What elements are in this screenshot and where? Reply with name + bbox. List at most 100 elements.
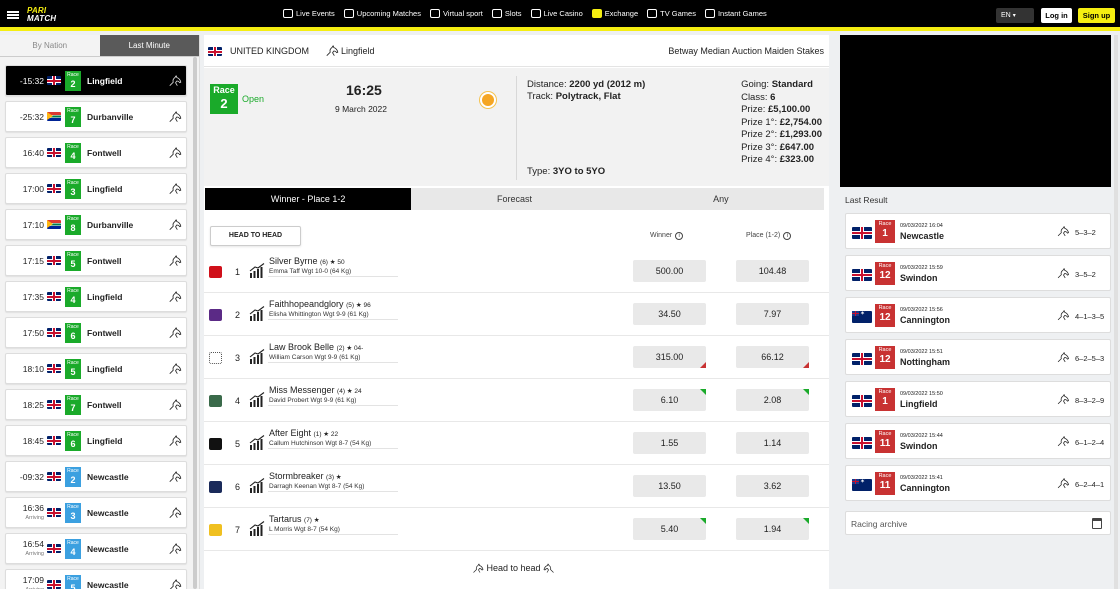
login-button[interactable]: Log in (1041, 8, 1072, 23)
form-chart-icon[interactable] (249, 392, 265, 407)
race-list-item[interactable]: 17:15 Race 5 Fontwell (5, 245, 187, 276)
last-result-item[interactable]: Race 1 09/03/2022 16:04 Newcastle 5–3–2 (845, 213, 1111, 249)
sidebar-scrollbar[interactable] (193, 57, 197, 589)
winner-odds-button[interactable]: 13.50 (633, 475, 706, 497)
place-odds-button[interactable]: 7.97 (736, 303, 809, 325)
race-list-item[interactable]: 18:25 Race 7 Fontwell (5, 389, 187, 420)
nav-item[interactable]: TV Games (647, 9, 696, 18)
nav-item[interactable]: Slots (491, 9, 522, 18)
venue-name: Cannington (900, 315, 950, 325)
nav-item[interactable]: Live Events (283, 9, 335, 18)
winner-odds-button[interactable]: 315.00 (633, 346, 706, 368)
last-result-item[interactable]: Race 12 09/03/2022 15:51 Nottingham 6–2–5–3 (845, 339, 1111, 375)
last-result-item[interactable]: Race11 09/03/2022 15:41 Cannington 6–2–4–1 (845, 465, 1111, 501)
last-result-title: Last Result (845, 195, 888, 205)
tab-winner-place[interactable]: Winner - Place 1-2 (205, 188, 412, 210)
race-badge: Race 3 (65, 179, 81, 199)
form-chart-icon[interactable] (249, 478, 265, 493)
head-to-head-button[interactable]: HEAD TO HEAD (210, 226, 301, 246)
race-list-item[interactable]: 16:36 Arriving Race 3 Newcastle (5, 497, 187, 528)
runner-row: 1 Silver Byrne (6) ★ 50 Emma Taff Wgt 10-0… (204, 250, 829, 293)
right-panel: Last Result Race 1 09/03/2022 16:04 Newcast… (839, 35, 1120, 589)
horse-icon (168, 327, 182, 339)
form-chart-icon[interactable] (249, 435, 265, 450)
winner-odds-button[interactable]: 500.00 (633, 260, 706, 282)
head-to-head-link[interactable]: Head to head (472, 563, 555, 574)
nav-item-label: Live Events (296, 9, 335, 18)
info-icon[interactable]: i (675, 232, 684, 240)
last-result-item[interactable]: Race 11 09/03/2022 15:44 Swindon 6–1–2–4 (845, 423, 1111, 459)
winner-odds-button[interactable]: 1.55 (633, 432, 706, 454)
divider (516, 76, 517, 180)
last-result-item[interactable]: Race 1 09/03/2022 15:50 Lingfield 8–3–2–9 (845, 381, 1111, 417)
jockey-silk-icon (209, 524, 222, 536)
winner-odds-button[interactable]: 5.40 (633, 518, 706, 540)
horse-icon (325, 45, 339, 57)
place-odds-button[interactable]: 2.08 (736, 389, 809, 411)
live-video-player[interactable] (840, 35, 1111, 187)
race-time: 17:35 (22, 292, 44, 302)
horse-icon (543, 563, 555, 574)
bet-type-tabs: Winner - Place 1-2 Forecast Any (205, 188, 824, 210)
logo[interactable]: PARI MATCH (27, 7, 75, 24)
place-odds-button[interactable]: 66.12 (736, 346, 809, 368)
virtual-icon (429, 9, 440, 18)
horse-icon (168, 183, 182, 195)
arriving-label: Arriving (25, 515, 44, 521)
race-list-item[interactable]: 18:45 Race 6 Lingfield (5, 425, 187, 456)
info-icon[interactable]: i (783, 232, 792, 240)
nav-item[interactable]: Exchange (591, 9, 639, 18)
race-list-item[interactable]: 17:09ArrivingRace5Newcastle (5, 569, 187, 589)
place-odds-button[interactable]: 1.14 (736, 432, 809, 454)
race-list-item[interactable]: 17:10 Race 8 Durbanville (5, 209, 187, 240)
last-result-item[interactable]: Race12 09/03/2022 15:56 Cannington 4–1–3–5 (845, 297, 1111, 333)
form-chart-icon[interactable] (249, 349, 265, 364)
race-list-item[interactable]: 16:54 Arriving Race 4 Newcastle (5, 533, 187, 564)
race-time: -25:32 (19, 112, 44, 122)
nav-item[interactable]: Instant Games (704, 9, 767, 18)
form-chart-icon[interactable] (249, 521, 265, 536)
place-odds-button[interactable]: 104.48 (736, 260, 809, 282)
calendar-icon[interactable] (1092, 518, 1102, 529)
place-odds-button[interactable]: 3.62 (736, 475, 809, 497)
race-list-item[interactable]: 17:00 Race 3 Lingfield (5, 173, 187, 204)
race-list-item[interactable]: 18:10 Race 5 Lingfield (5, 353, 187, 384)
winner-odds-button[interactable]: 6.10 (633, 389, 706, 411)
race-list-item[interactable]: 17:35 Race 4 Lingfield (5, 281, 187, 312)
place-odds-button[interactable]: 1.94 (736, 518, 809, 540)
horse-name: Tartarus (7) ★ (269, 514, 320, 524)
winner-odds-button[interactable]: 34.50 (633, 303, 706, 325)
runner-number: 5 (235, 439, 241, 449)
language-select[interactable]: EN ▾ (996, 8, 1034, 23)
tab-last-minute[interactable]: Last Minute (99, 35, 199, 57)
tab-forecast[interactable]: Forecast (411, 188, 618, 210)
race-list-item[interactable]: 17:50 Race 6 Fontwell (5, 317, 187, 348)
calendar-icon (343, 9, 354, 18)
venue-name: Cannington (900, 483, 950, 493)
nav-item-label: Exchange (604, 9, 639, 18)
right-scrollbar[interactable] (1114, 35, 1118, 589)
runner-row: 4 Miss Messenger (4) ★ 24 David Probert Wg… (204, 379, 829, 422)
tab-by-nation[interactable]: By Nation (0, 35, 100, 57)
form-chart-icon[interactable] (249, 263, 265, 278)
venue-name: Durbanville (87, 220, 134, 230)
signup-button[interactable]: Sign up (1078, 8, 1115, 23)
race-list-item[interactable]: -25:32 Race 7 Durbanville (5, 101, 187, 132)
za-flag-icon (47, 112, 61, 121)
hamburger-menu-icon[interactable] (7, 11, 19, 19)
race-list-item[interactable]: 16:40 Race 4 Fontwell (5, 137, 187, 168)
race-list-item[interactable]: -09:32 Race 2 Newcastle (5, 461, 187, 492)
last-result-item[interactable]: Race 12 09/03/2022 15:59 Swindon 3–5–2 (845, 255, 1111, 291)
nav-item[interactable]: Virtual sport (429, 9, 483, 18)
live-icon (283, 9, 293, 18)
racing-archive-field[interactable]: Racing archive (845, 511, 1111, 535)
nav-item[interactable]: Upcoming Matches (343, 9, 421, 18)
race-list-item[interactable]: -15:32 Race 2 Lingfield (5, 65, 187, 96)
form-chart-icon[interactable] (249, 306, 265, 321)
au-flag-icon (852, 310, 872, 323)
jockey-silk-icon (209, 352, 222, 364)
tab-any[interactable]: Any (617, 188, 824, 210)
nav-item[interactable]: Live Casino (530, 9, 583, 18)
race-time: 16:25 (346, 82, 382, 98)
main-nav: Live Events Upcoming Matches Virtual sport… (283, 9, 767, 18)
